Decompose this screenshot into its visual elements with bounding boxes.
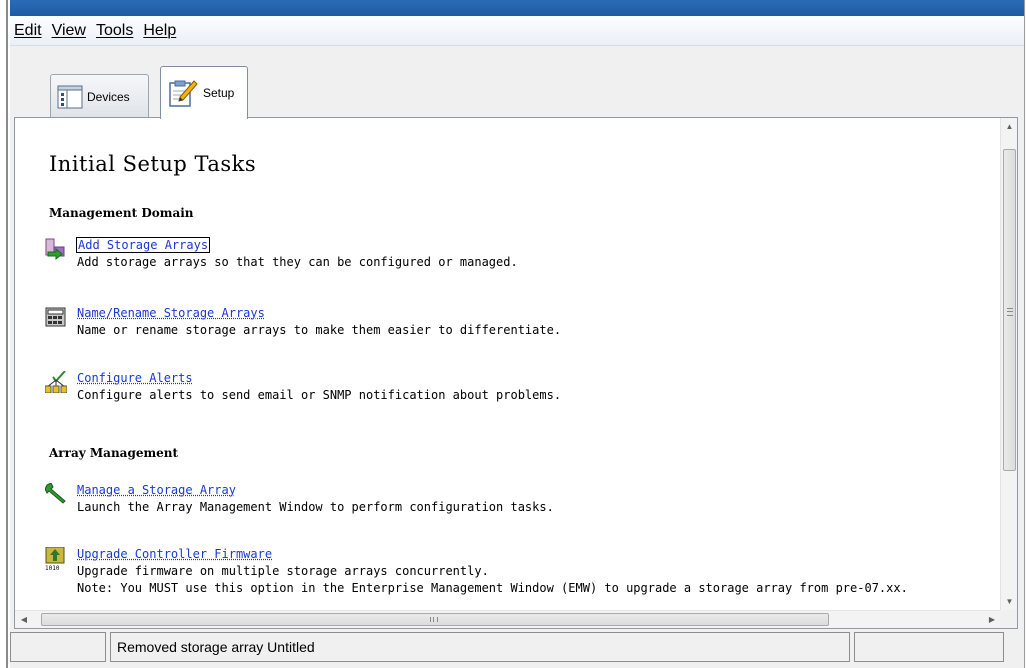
- status-message: Removed storage array Untitled: [117, 639, 315, 655]
- upgrade-controller-firmware-link[interactable]: Upgrade Controller Firmware: [77, 547, 272, 561]
- horizontal-scroll-thumb[interactable]: [41, 613, 829, 626]
- rename-storage-arrays-link[interactable]: Name/Rename Storage Arrays: [77, 306, 265, 320]
- tab-devices-label: Devices: [87, 89, 130, 104]
- svg-text:1010: 1010: [45, 565, 60, 571]
- rename-storage-arrays-description: Name or rename storage arrays to make th…: [77, 323, 562, 337]
- menu-tools[interactable]: Tools: [96, 22, 133, 40]
- firmware-upgrade-icon[interactable]: 1010: [45, 546, 65, 572]
- configure-alerts-icon[interactable]: [44, 370, 68, 394]
- manage-storage-array-link[interactable]: Manage a Storage Array: [77, 483, 236, 497]
- wrench-icon[interactable]: [44, 482, 66, 505]
- add-storage-arrays-description: Add storage arrays so that they can be c…: [77, 255, 518, 269]
- left-window-edge: [0, 0, 10, 668]
- section-heading-array-management: Array Management: [49, 446, 179, 460]
- upgrade-controller-firmware-description: Upgrade firmware on multiple storage arr…: [77, 564, 489, 578]
- page-title: Initial Setup Tasks: [49, 152, 257, 176]
- scroll-left-arrow-icon[interactable]: ◀: [15, 611, 33, 628]
- scroll-up-arrow-icon[interactable]: ▲: [1001, 118, 1018, 135]
- tab-setup[interactable]: Setup: [160, 66, 248, 119]
- configure-alerts-link[interactable]: Configure Alerts: [77, 371, 193, 385]
- vertical-scrollbar[interactable]: ▲ ▼: [1000, 118, 1017, 610]
- scroll-down-arrow-icon[interactable]: ▼: [1001, 593, 1018, 610]
- add-storage-arrays-icon[interactable]: [45, 238, 65, 261]
- setup-tasks-panel: Initial Setup Tasks Management Domain Ad…: [15, 118, 1001, 610]
- title-bar: [10, 0, 1024, 16]
- menu-view[interactable]: View: [52, 22, 86, 40]
- setup-clipboard-icon: [167, 78, 199, 108]
- status-pane-right: [854, 632, 1004, 662]
- scroll-corner: [1000, 610, 1017, 628]
- section-heading-management-domain: Management Domain: [49, 206, 194, 220]
- devices-icon: [57, 84, 83, 110]
- vertical-scroll-thumb[interactable]: [1003, 149, 1016, 471]
- status-pane-message: Removed storage array Untitled: [110, 632, 850, 662]
- tab-devices[interactable]: Devices: [50, 74, 149, 118]
- upgrade-controller-firmware-note: Note: You MUST use this option in the En…: [77, 581, 908, 595]
- rename-storage-arrays-icon[interactable]: [45, 306, 66, 328]
- menu-help[interactable]: Help: [143, 22, 176, 40]
- menu-bar: Edit View Tools Help: [10, 16, 1024, 46]
- status-bar: Removed storage array Untitled: [10, 632, 1014, 662]
- configure-alerts-description: Configure alerts to send email or SNMP n…: [77, 388, 562, 402]
- status-pane-left: [10, 632, 106, 662]
- add-storage-arrays-link[interactable]: Add Storage Arrays: [75, 237, 211, 253]
- content-frame: Initial Setup Tasks Management Domain Ad…: [14, 117, 1018, 629]
- horizontal-scrollbar[interactable]: ◀ ▶: [15, 610, 1001, 628]
- tab-setup-label: Setup: [203, 86, 235, 100]
- menu-edit[interactable]: Edit: [14, 22, 42, 40]
- manage-storage-array-description: Launch the Array Management Window to pe…: [77, 500, 554, 514]
- scroll-right-arrow-icon[interactable]: ▶: [983, 611, 1001, 628]
